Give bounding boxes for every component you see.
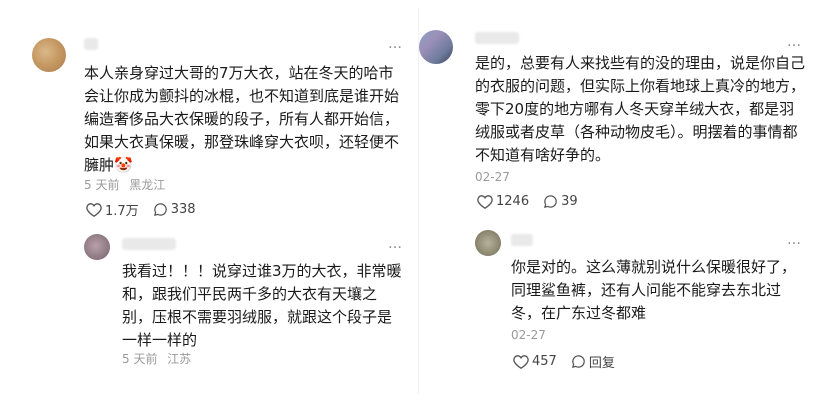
more-options-icon[interactable]: … [787, 232, 802, 248]
comment-location: 江苏 [167, 352, 192, 366]
like-count: 457 [532, 354, 557, 369]
avatar[interactable] [32, 38, 66, 72]
comment-text: 你是对的。这么薄就别说什么保暖很好了，同理鲨鱼裤，还有人问能不能穿去东北过冬，在… [511, 258, 797, 322]
comment: … 是的，总要有人来找些有的没的理由，说是你自己的衣服的问题，但实际上你看地球上… [419, 0, 838, 224]
reply-button[interactable]: 回复 [571, 352, 615, 371]
avatar[interactable] [475, 230, 501, 256]
username-blurred[interactable] [122, 238, 176, 250]
reply-count: 338 [170, 202, 196, 217]
comment-bubble-icon [544, 195, 557, 209]
comment-actions: 1246 39 [477, 194, 592, 209]
heart-icon [477, 195, 493, 209]
comment-time: 5 天前 [84, 178, 120, 192]
heart-icon [86, 203, 102, 217]
like-count: 1.7万 [105, 204, 139, 219]
reply-button[interactable]: 39 [543, 194, 578, 209]
comment-location: 黑龙江 [129, 178, 166, 192]
more-options-icon[interactable]: … [388, 36, 403, 52]
reply-label: 回复 [588, 356, 615, 371]
more-options-icon[interactable]: … [787, 34, 802, 50]
reply-count: 39 [561, 194, 578, 209]
avatar[interactable] [84, 234, 110, 260]
comment-bubble-icon [153, 203, 167, 217]
comment-text: 我看过！！！说穿过谁3万的大衣，非常暖和，跟我们平民两千多的大衣有天壤之别，压根… [122, 262, 402, 349]
comment-meta: 5 天前 江苏 [122, 350, 191, 367]
comment-date: 02-27 [475, 170, 510, 184]
comment-text: 是的，总要有人来找些有的没的理由，说是你自己的衣服的问题，但实际上你看地球上真冷… [475, 54, 806, 164]
heart-icon [513, 355, 529, 369]
comment-text: 本人亲身穿过大哥的7万大衣，站在冬天的哈市会让你成为颤抖的冰棍，也不知道到底是谁… [84, 64, 400, 174]
comment-reply: … 我看过！！！说穿过谁3万的大衣，非常暖和，跟我们平民两千多的大衣有天壤之别，… [0, 230, 419, 402]
comment-panel: … 本人亲身穿过大哥的7万大衣，站在冬天的哈市会让你成为颤抖的冰棍，也不知道到底… [0, 0, 838, 402]
username-blurred[interactable] [511, 234, 533, 246]
username-blurred[interactable] [84, 38, 98, 50]
avatar[interactable] [419, 30, 453, 64]
comment-time: 5 天前 [122, 352, 158, 366]
comment-date: 02-27 [511, 328, 546, 342]
like-button[interactable]: 1.7万 [86, 200, 139, 219]
comment: … 本人亲身穿过大哥的7万大衣，站在冬天的哈市会让你成为颤抖的冰棍，也不知道到底… [0, 0, 419, 230]
comment-bubble-icon [571, 355, 585, 369]
like-count: 1246 [496, 194, 530, 209]
reply-button[interactable]: 338 [153, 202, 196, 217]
like-button[interactable]: 1246 [477, 194, 529, 209]
comment-actions: 1.7万 338 [86, 200, 210, 219]
like-button[interactable]: 457 [513, 354, 557, 369]
username-blurred[interactable] [475, 32, 519, 44]
more-options-icon[interactable]: … [388, 236, 403, 252]
comment-actions: 457 回复 [513, 352, 629, 371]
comment-meta: 5 天前 黑龙江 [84, 176, 165, 193]
comment-reply: … 你是对的。这么薄就别说什么保暖很好了，同理鲨鱼裤，还有人问能不能穿去东北过冬… [419, 224, 838, 402]
